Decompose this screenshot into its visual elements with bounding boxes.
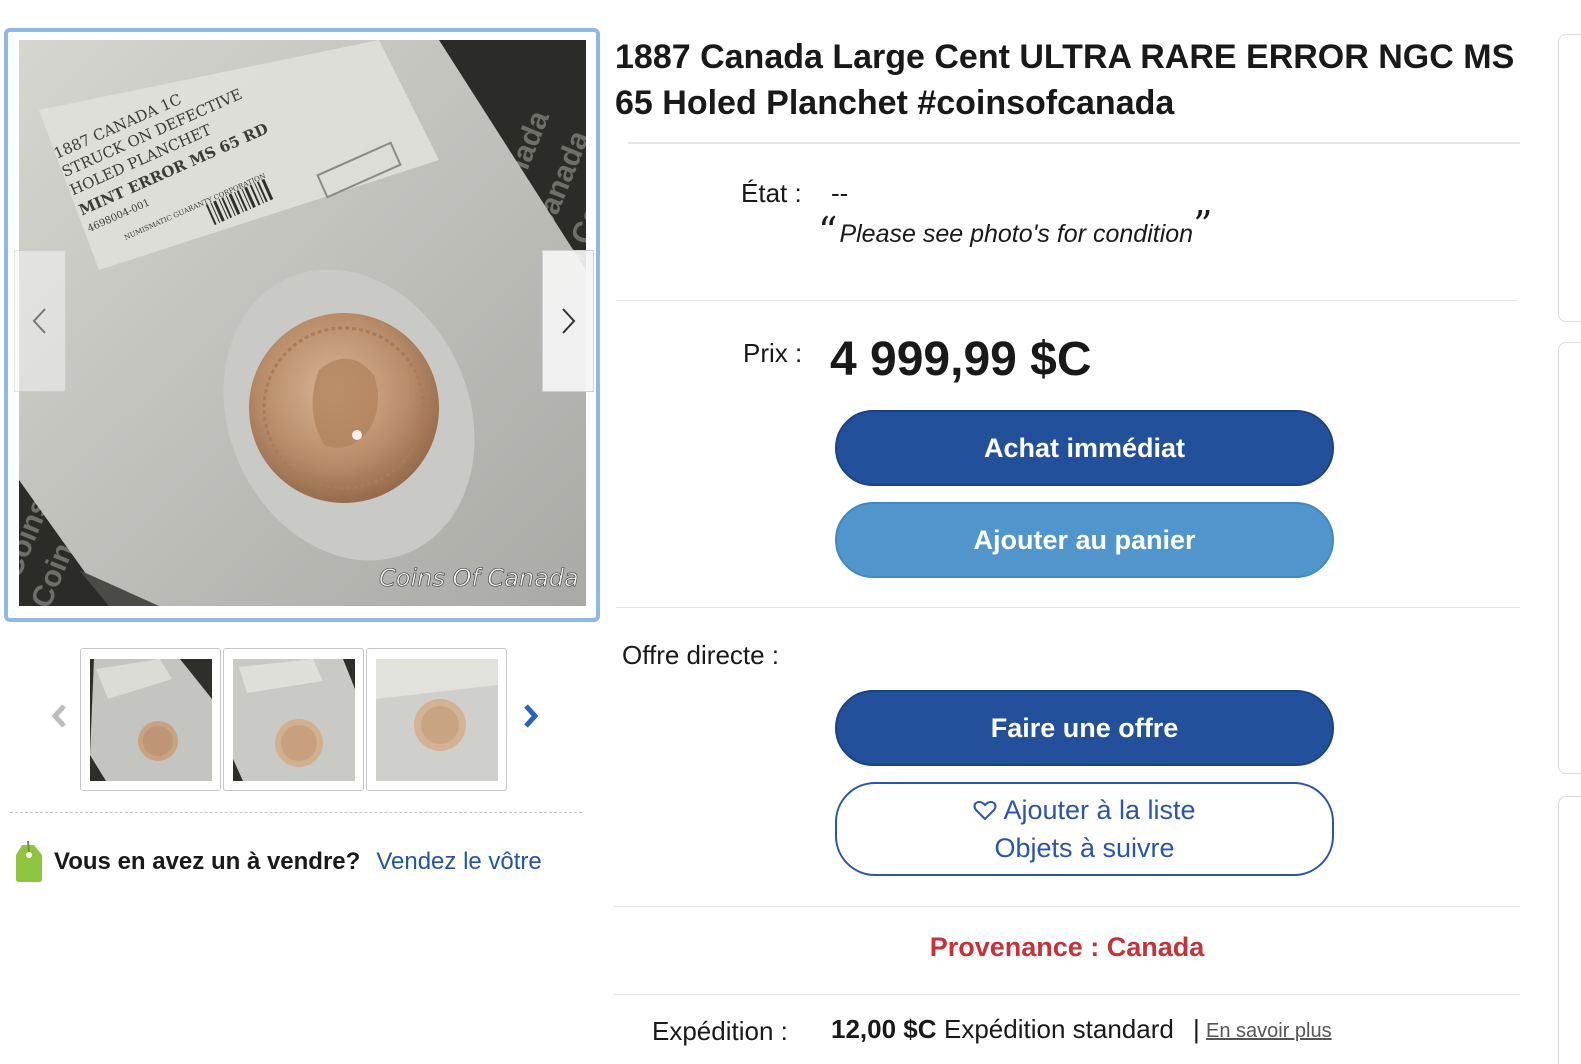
buy-now-button[interactable]: Achat immédiat [835,410,1334,486]
sell-prompt: Vous en avez un à vendre? Vendez le vôtr… [12,840,542,884]
item-title: 1887 Canada Large Cent ULTRA RARE ERROR … [615,38,1515,122]
chevron-left-icon [51,704,66,728]
sell-question: Vous en avez un à vendre? [54,848,361,875]
gallery-prev-button[interactable] [14,250,66,392]
condition-label: État : [741,178,802,208]
gallery-next-button[interactable] [542,250,594,392]
divider [614,906,1520,907]
shipping-price: 12,00 $C [831,1014,937,1044]
divider [616,607,1520,608]
side-panel-edge [1558,34,1581,322]
add-to-watchlist-button[interactable]: Ajouter à la liste Objets à suivre [835,782,1334,876]
shipping-separator: | [1193,1014,1200,1044]
provenance-label: Provenance : Canada [929,932,1205,962]
thumbnail-2[interactable] [223,648,364,791]
provenance-text: Provenance : Canada [614,932,1520,963]
divider [10,812,582,813]
condition-note-text: Please see photo's for condition [839,220,1194,248]
thumbnail-strip [80,648,507,791]
thumbnail-image [375,658,498,781]
chevron-right-icon [524,704,539,728]
side-panel-edge [1558,342,1581,774]
price-label: Prix : [743,338,803,368]
divider [616,300,1518,301]
shipping-label: Expédition : [652,1016,788,1046]
main-image-frame[interactable]: Coins Of Canada Coins Of Canada Coins Of… [4,28,600,622]
watchlist-label-line1: Ajouter à la liste [1003,795,1196,825]
watchlist-label-line2: Objets à suivre [994,833,1175,863]
photo-watermark: Coins Of Canada [379,564,579,592]
divider [614,994,1520,995]
chevron-left-icon [32,308,46,334]
condition-note: “Please see photo's for condition” [818,206,1213,258]
thumbnails-next-button[interactable] [520,700,542,732]
best-offer-label: Offre directe : [622,640,780,670]
chevron-right-icon [562,308,576,334]
thumbnails-prev-button[interactable] [48,700,70,732]
side-panel-edge [1558,796,1581,1064]
add-to-cart-button[interactable]: Ajouter au panier [835,502,1334,578]
quote-open: “ [818,209,838,253]
thumbnail-image [89,658,212,781]
thumbnail-image [232,658,355,781]
quote-close: ” [1193,203,1213,247]
shipping-learn-more-link[interactable]: En savoir plus [1206,1020,1332,1043]
thumbnail-1[interactable] [80,648,221,791]
sell-yours-link[interactable]: Vendez le vôtre [376,848,541,876]
shipping-method: Expédition standard [944,1014,1174,1044]
price-tag-icon [16,841,42,882]
main-product-photo[interactable]: Coins Of Canada Coins Of Canada Coins Of… [19,40,586,606]
heart-icon [973,800,997,821]
thumbnail-3[interactable] [366,648,507,791]
make-offer-button[interactable]: Faire une offre [835,690,1334,766]
divider [628,142,1520,144]
condition-value: -- [831,178,849,208]
price-value: 4 999,99 $C [830,333,1092,386]
